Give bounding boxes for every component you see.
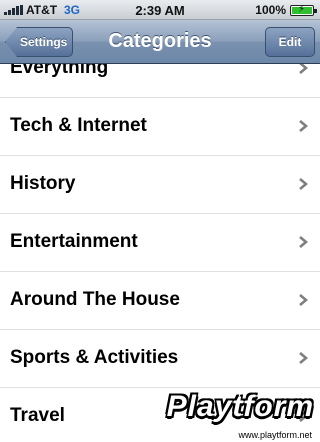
watermark-logo: Playtform — [166, 390, 314, 423]
category-row[interactable]: Everything — [0, 64, 320, 98]
chevron-right-icon — [299, 294, 308, 306]
category-row[interactable]: Tech & Internet — [0, 98, 320, 156]
category-label: Tech & Internet — [10, 115, 147, 136]
navigation-bar: Settings Categories Edit — [0, 20, 320, 64]
category-row[interactable]: Entertainment — [0, 214, 320, 272]
category-label: Travel — [10, 405, 65, 426]
category-label: Entertainment — [10, 231, 138, 252]
category-label: Everything — [10, 64, 109, 78]
status-bar: AT&T 3G 2:39 AM 100% ⚡ — [0, 0, 320, 20]
chevron-right-icon — [299, 120, 308, 132]
lightning-bolt-icon: ⚡ — [298, 4, 306, 15]
chevron-right-icon — [299, 352, 308, 364]
category-label: Sports & Activities — [10, 347, 179, 368]
edit-button[interactable]: Edit — [265, 27, 315, 57]
category-label: Around The House — [10, 289, 180, 310]
chevron-right-icon — [299, 178, 308, 190]
chevron-right-icon — [299, 236, 308, 248]
category-row[interactable]: History — [0, 156, 320, 214]
chevron-right-icon — [299, 64, 308, 74]
battery-charging-icon: ⚡ — [290, 4, 317, 16]
watermark-url: www.playtform.net — [236, 430, 314, 440]
watermark: Playtform www.playtform.net — [160, 390, 320, 442]
battery-percentage: 100% — [255, 3, 286, 17]
category-row[interactable]: Around The House — [0, 272, 320, 330]
categories-list[interactable]: Everything Tech & Internet History Entertai… — [0, 64, 320, 442]
category-label: History — [10, 173, 76, 194]
category-row[interactable]: Sports & Activities — [0, 330, 320, 388]
